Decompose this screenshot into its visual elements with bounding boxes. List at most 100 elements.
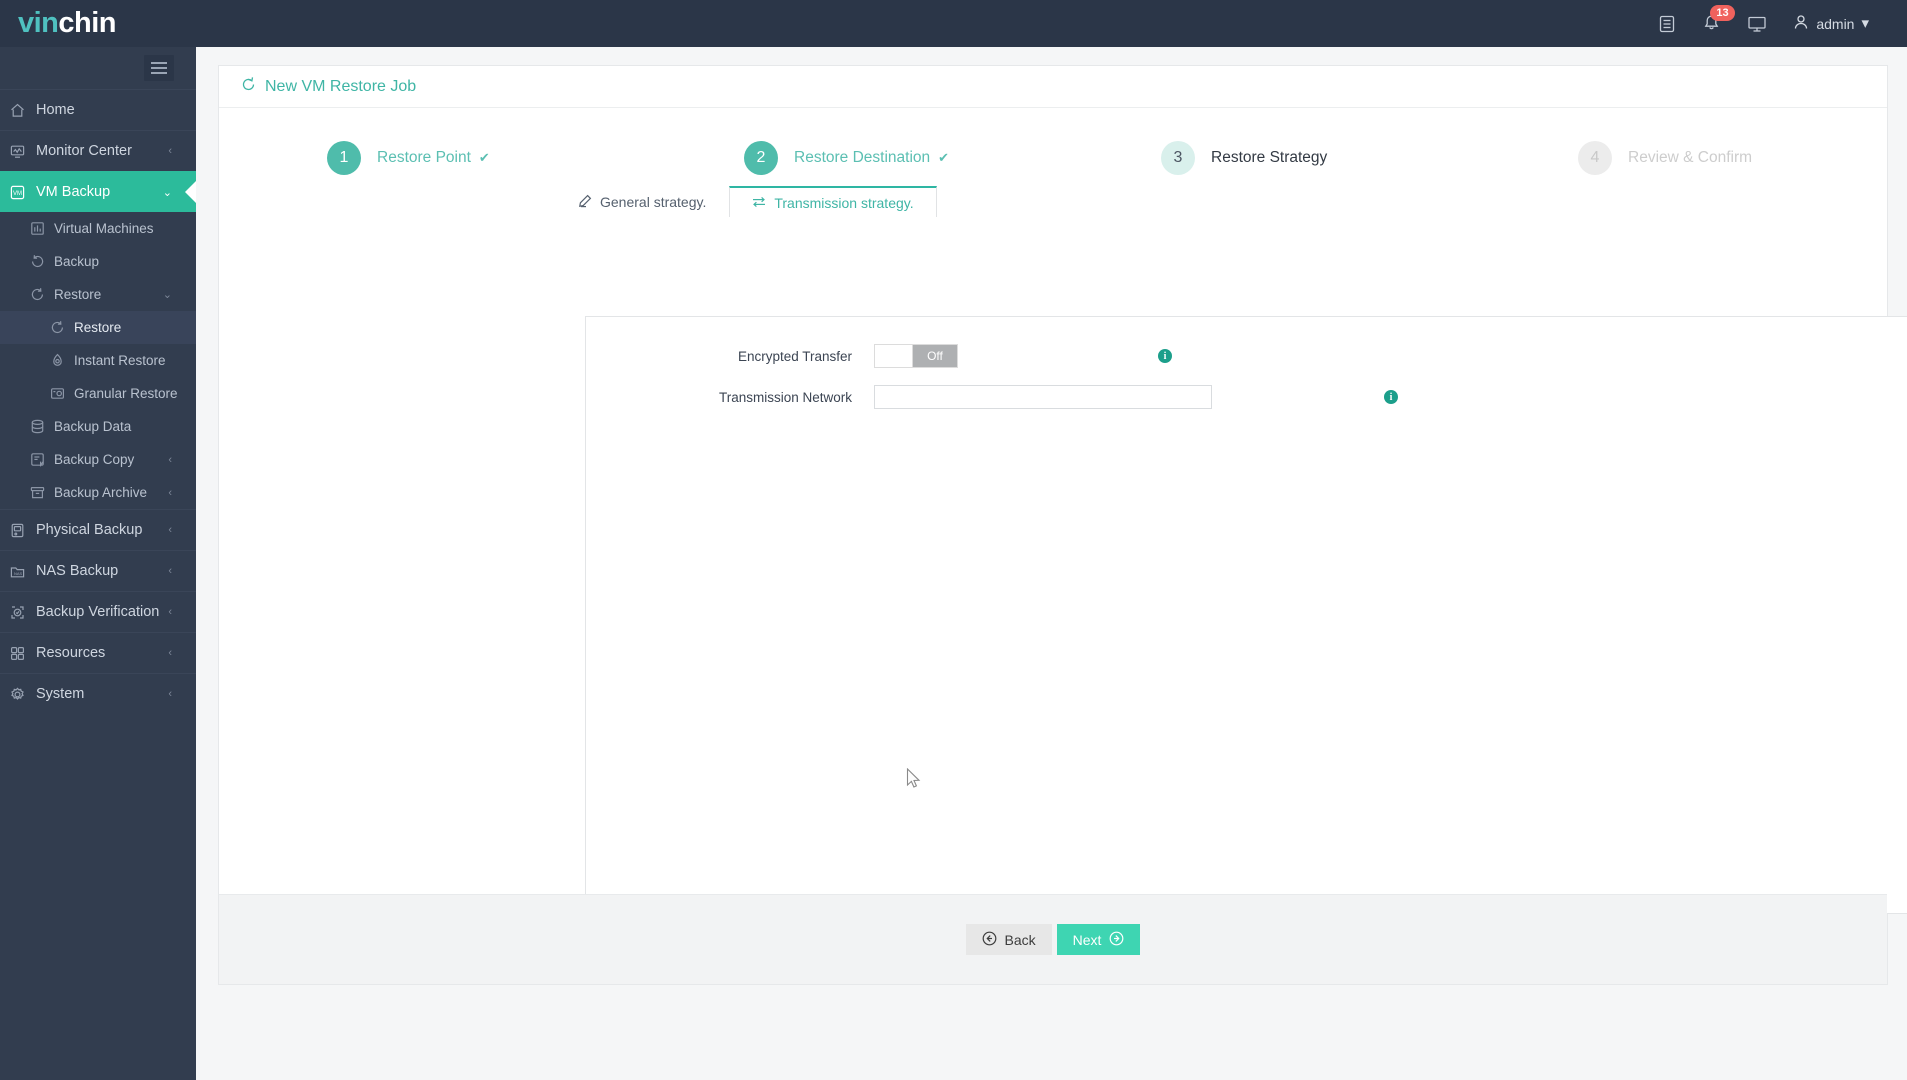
- encrypted-transfer-row: Encrypted Transfer Off i: [586, 344, 1907, 368]
- step-label: Review & Confirm: [1628, 149, 1753, 166]
- top-bar-actions: 13 admin ▾: [1658, 5, 1907, 33]
- wizard-step-4[interactable]: 4 Review & Confirm: [1470, 132, 1887, 184]
- next-button[interactable]: Next: [1056, 924, 1141, 955]
- sidebar-item-label: Backup Verification: [36, 604, 160, 620]
- check-icon: ✔: [938, 150, 950, 165]
- sidebar-item-backup-copy[interactable]: Backup Copy ‹: [0, 443, 196, 476]
- shield-check-icon: [10, 605, 36, 620]
- wizard-step-3[interactable]: 3 Restore Strategy: [1053, 132, 1470, 184]
- sidebar-item-label: VM Backup: [36, 184, 111, 200]
- backup-refresh-icon: [30, 254, 54, 269]
- sidebar-item-monitor-center[interactable]: Monitor Center ‹: [0, 130, 196, 171]
- sidebar-item-label: Backup Data: [54, 419, 132, 434]
- sidebar-item-label: Restore: [74, 320, 122, 335]
- tab-label: Transmission strategy.: [774, 194, 914, 211]
- sidebar-item-label: Resources: [36, 645, 106, 661]
- sidebar: Home Monitor Center ‹ VM VM Backup ⌄ Virtual M…: [0, 47, 196, 1080]
- chevron-icon: ‹: [168, 647, 172, 659]
- sidebar-item-vm-backup[interactable]: VM VM Backup ⌄: [0, 171, 196, 212]
- sidebar-collapse-row: [0, 47, 196, 89]
- step-number: 4: [1578, 141, 1612, 175]
- chevron-icon: ‹: [168, 688, 172, 700]
- sidebar-item-virtual-machines[interactable]: Virtual Machines: [0, 212, 196, 245]
- wizard-footer: Back Next: [219, 894, 1887, 984]
- chart-bar-icon: [30, 221, 54, 236]
- grid-icon: [10, 646, 36, 661]
- sidebar-item-system[interactable]: System ‹: [0, 673, 196, 714]
- chevron-icon: ‹: [168, 145, 172, 157]
- page-title: New VM Restore Job: [219, 66, 1887, 108]
- toggle-knob: [875, 345, 913, 367]
- wizard-step-1[interactable]: 1 Restore Point ✔: [219, 132, 636, 184]
- vm-icon: VM: [10, 185, 36, 200]
- step-label: Restore Strategy: [1211, 149, 1328, 166]
- home-icon: [10, 103, 36, 118]
- step-number: 2: [744, 141, 778, 175]
- sidebar-item-backup[interactable]: Backup: [0, 245, 196, 278]
- tab-transmission-strategy[interactable]: Transmission strategy.: [729, 186, 937, 217]
- sidebar-item-label: Home: [36, 102, 75, 118]
- sidebar-item-label: Restore: [54, 287, 102, 302]
- sidebar-item-label: NAS Backup: [36, 563, 119, 579]
- sidebar-item-label: Backup Copy: [54, 452, 135, 467]
- monitor-chart-icon: [10, 144, 36, 159]
- info-icon[interactable]: i: [1158, 349, 1172, 363]
- sidebar-item-label: Granular Restore: [74, 386, 178, 401]
- sidebar-item-backup-archive[interactable]: Backup Archive ‹: [0, 476, 196, 509]
- svg-text:VM: VM: [13, 191, 22, 197]
- username-label: admin: [1816, 15, 1855, 32]
- bell-icon[interactable]: 13: [1702, 5, 1735, 33]
- sidebar-item-restore[interactable]: Restore: [0, 311, 196, 344]
- sidebar-item-label: Virtual Machines: [54, 221, 154, 236]
- sidebar-item-backup-data[interactable]: Backup Data: [0, 410, 196, 443]
- restore-icon: [241, 76, 256, 97]
- document-icon[interactable]: [1658, 15, 1676, 33]
- chevron-icon: ⌄: [162, 186, 172, 199]
- arrow-left-circle-icon: [982, 931, 997, 949]
- transmission-network-row: Transmission Network i: [586, 385, 1907, 409]
- transmission-strategy-panel: Encrypted Transfer Off i Transmission Ne…: [585, 316, 1907, 914]
- database-icon: [30, 419, 54, 434]
- sidebar-nav: Home Monitor Center ‹ VM VM Backup ⌄ Virtual M…: [0, 89, 196, 714]
- archive-icon: [30, 485, 54, 500]
- step-number: 3: [1161, 141, 1195, 175]
- logo-part-one: vin: [18, 7, 59, 39]
- app-logo[interactable]: vinchin: [0, 7, 196, 40]
- sidebar-item-nas-backup[interactable]: NAS NAS Backup ‹: [0, 550, 196, 591]
- sidebar-item-backup-verification[interactable]: Backup Verification ‹: [0, 591, 196, 632]
- sidebar-item-label: Instant Restore: [74, 353, 166, 368]
- strategy-tabs: General strategy. Transmission strategy.: [219, 184, 1887, 217]
- instant-restore-icon: [50, 353, 74, 368]
- sidebar-item-instant-restore[interactable]: Instant Restore: [0, 344, 196, 377]
- notification-badge: 13: [1710, 5, 1735, 21]
- user-menu[interactable]: admin ▾: [1793, 14, 1869, 33]
- back-button[interactable]: Back: [965, 924, 1052, 955]
- sidebar-item-home[interactable]: Home: [0, 89, 196, 130]
- sidebar-item-label: Backup: [54, 254, 100, 269]
- wizard-card: New VM Restore Job 1 Restore Point ✔ 2 Resto…: [218, 65, 1907, 985]
- transfer-arrows-icon: [752, 195, 766, 211]
- monitor-icon[interactable]: [1747, 15, 1767, 33]
- sidebar-item-resources[interactable]: Resources ‹: [0, 632, 196, 673]
- granular-restore-icon: [50, 386, 74, 401]
- sidebar-item-granular-restore[interactable]: Granular Restore: [0, 377, 196, 410]
- chevron-icon: ‹: [168, 486, 172, 499]
- sidebar-item-label: Physical Backup: [36, 522, 143, 538]
- encrypted-transfer-toggle[interactable]: Off: [874, 344, 958, 368]
- chevron-down-icon: ▾: [1861, 15, 1869, 32]
- hamburger-icon[interactable]: [144, 55, 174, 81]
- sidebar-item-label: Monitor Center: [36, 143, 132, 159]
- tab-general-strategy[interactable]: General strategy.: [555, 186, 729, 217]
- restore-icon: [30, 287, 54, 302]
- nas-icon: NAS: [10, 564, 36, 579]
- step-number: 1: [327, 141, 361, 175]
- chevron-icon: ‹: [168, 453, 172, 466]
- sidebar-item-label: Backup Archive: [54, 485, 148, 500]
- back-button-label: Back: [1004, 931, 1036, 948]
- sidebar-item-physical-backup[interactable]: Physical Backup ‹: [0, 509, 196, 550]
- sidebar-item-restore[interactable]: Restore ⌄: [0, 278, 196, 311]
- transmission-network-label: Transmission Network: [718, 389, 852, 405]
- wizard-step-2[interactable]: 2 Restore Destination ✔: [636, 132, 1053, 184]
- info-icon[interactable]: i: [1384, 390, 1398, 404]
- transmission-network-input[interactable]: [874, 385, 1212, 409]
